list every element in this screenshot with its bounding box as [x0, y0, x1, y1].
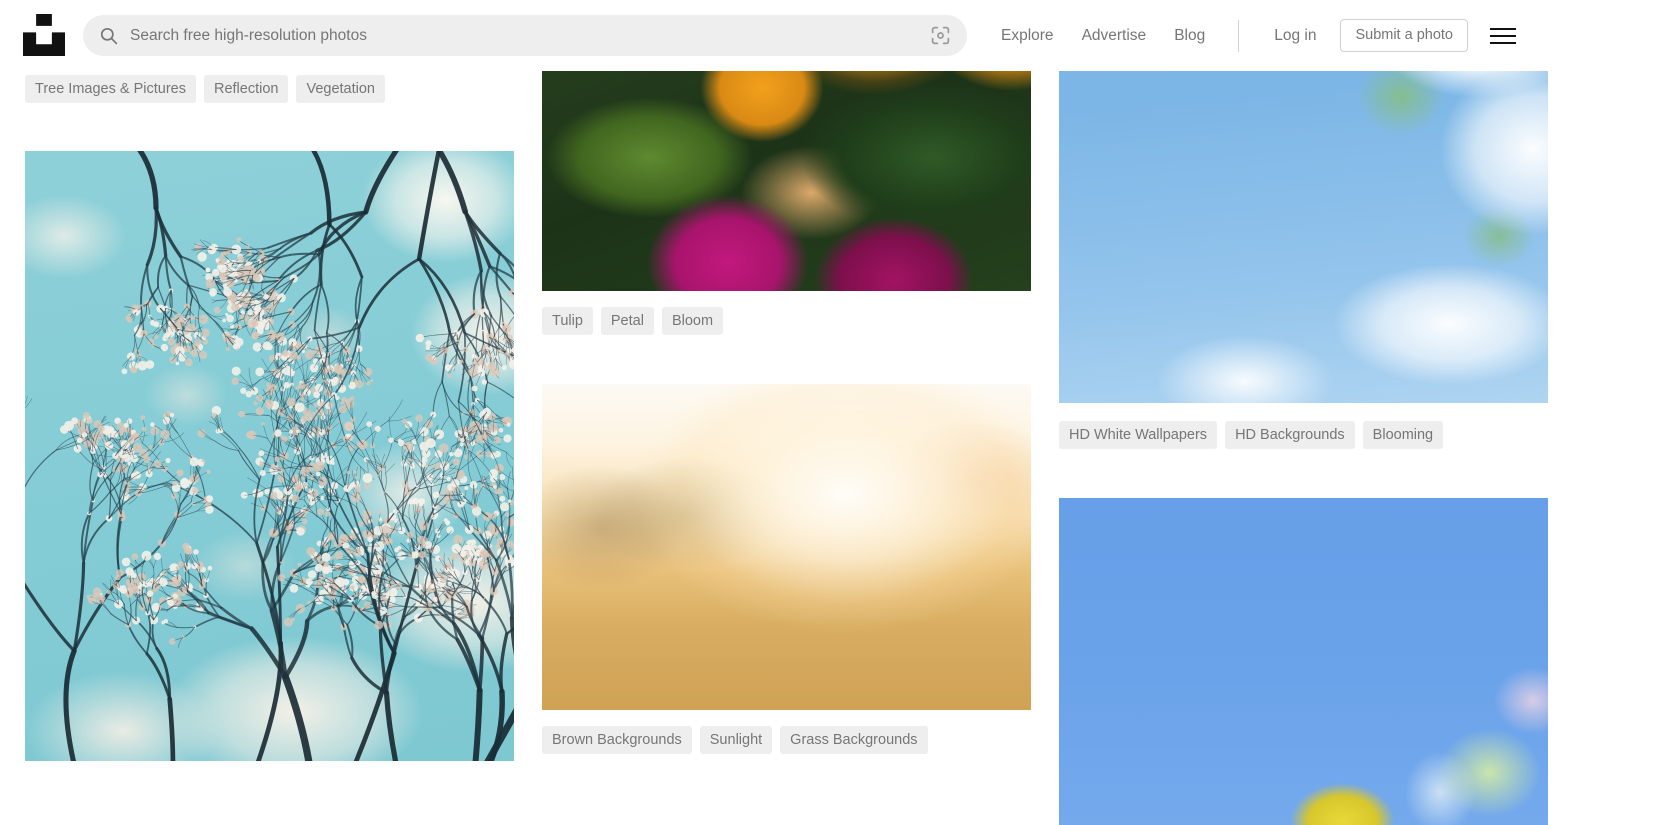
photo-bird[interactable] — [1059, 498, 1548, 825]
tag-row: HD White Wallpapers HD Backgrounds Bloomin… — [1059, 421, 1548, 449]
tag-chip[interactable]: Grass Backgrounds — [780, 726, 928, 754]
tag-row: Tulip Petal Bloom — [542, 307, 1031, 335]
nav-link-advertise[interactable]: Advertise — [1068, 0, 1161, 71]
site-header: Explore Advertise Blog Log in Submit a p… — [0, 0, 1669, 71]
tag-chip[interactable]: Sunlight — [699, 726, 773, 754]
photo-magnolia[interactable] — [25, 151, 514, 761]
search-icon — [100, 27, 118, 45]
unsplash-logo[interactable] — [23, 14, 65, 56]
tag-chip[interactable]: Tulip — [542, 307, 593, 335]
tag-chip[interactable]: Blooming — [1362, 421, 1444, 449]
tag-chip[interactable]: Petal — [600, 307, 654, 335]
hamburger-bar — [1490, 27, 1516, 30]
hamburger-bar — [1490, 41, 1516, 44]
tag-row: Tree Images & Pictures Reflection Vegetati… — [25, 75, 514, 103]
hamburger-menu-icon[interactable] — [1490, 23, 1516, 49]
search-input[interactable] — [130, 15, 950, 56]
tag-row: Brown Backgrounds Sunlight Grass Backgroun… — [542, 726, 1031, 754]
unsplash-logo-icon — [23, 14, 65, 56]
nav-link-blog[interactable]: Blog — [1160, 0, 1219, 71]
tag-chip[interactable]: Brown Backgrounds — [542, 726, 692, 754]
search-bar[interactable] — [83, 15, 967, 56]
header-divider — [1238, 19, 1240, 52]
tag-chip[interactable]: Reflection — [203, 75, 289, 103]
login-link[interactable]: Log in — [1258, 0, 1332, 71]
submit-a-photo-button[interactable]: Submit a photo — [1340, 19, 1468, 52]
tag-chip[interactable]: HD Backgrounds — [1225, 421, 1355, 449]
tag-chip[interactable]: Bloom — [661, 307, 724, 335]
photo-meadow[interactable] — [542, 384, 1031, 710]
visual-search-icon[interactable] — [930, 25, 951, 46]
tag-chip[interactable]: HD White Wallpapers — [1059, 421, 1218, 449]
nav-link-explore[interactable]: Explore — [1001, 0, 1068, 71]
header-nav: Explore Advertise Blog Log in Submit a p… — [1001, 0, 1516, 71]
tag-chip[interactable]: Vegetation — [296, 75, 385, 103]
photo-artwork-bird — [1059, 498, 1548, 825]
photo-artwork-meadow — [542, 384, 1031, 710]
hamburger-bar — [1490, 34, 1516, 37]
photo-grid: Tree Images & Pictures Reflection Vegetati… — [0, 0, 1669, 825]
tag-chip[interactable]: Tree Images & Pictures — [25, 75, 196, 103]
